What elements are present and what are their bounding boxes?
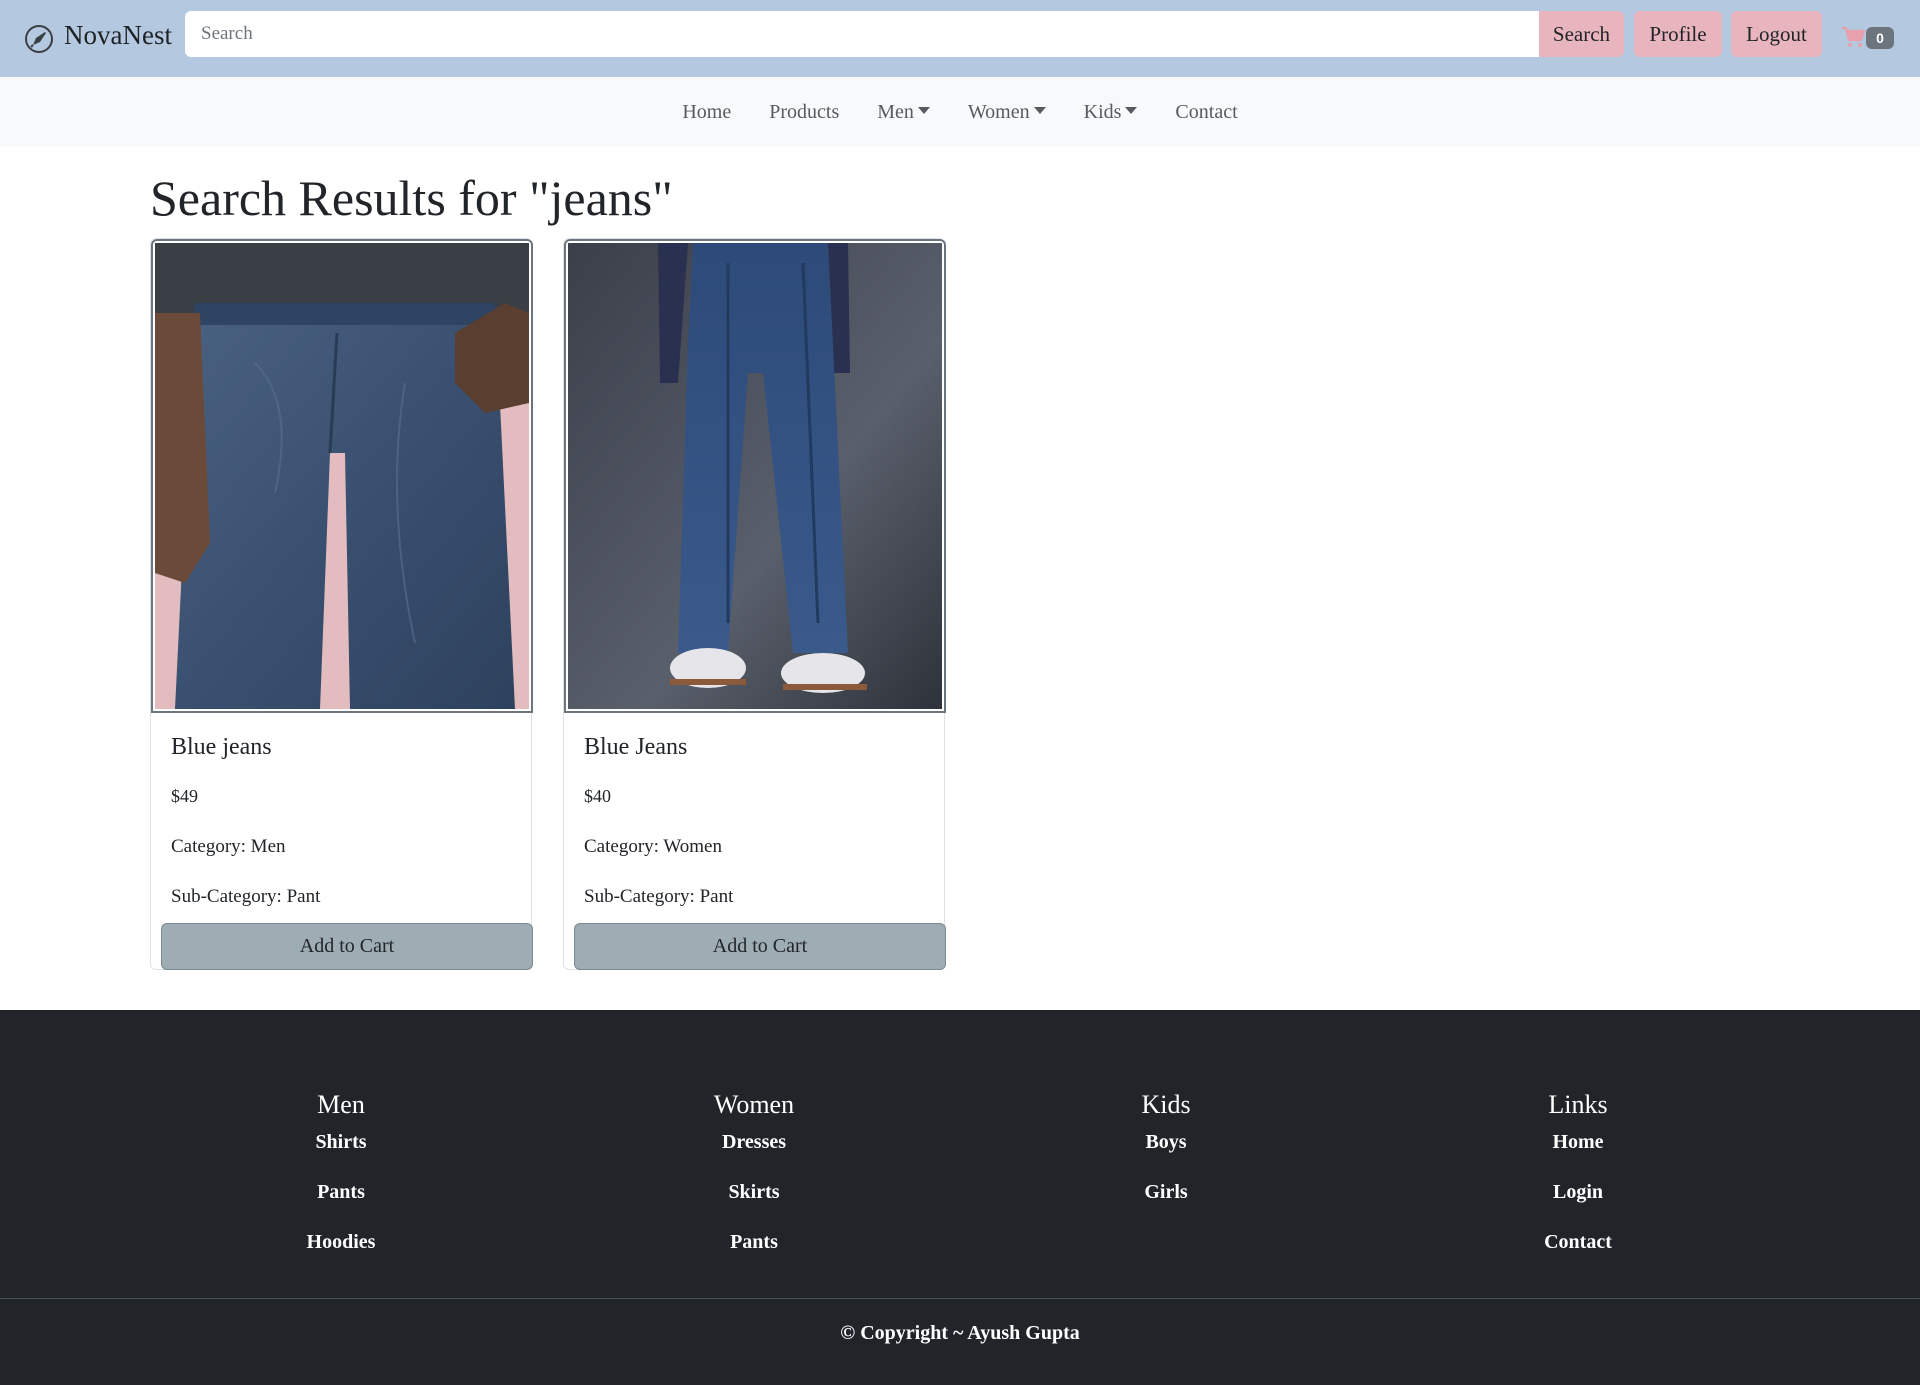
nav-label: Kids [1083, 101, 1122, 123]
footer-heading: Links [1548, 1090, 1608, 1119]
cart-count-badge: 0 [1866, 27, 1894, 49]
product-name[interactable]: Blue jeans [171, 732, 272, 762]
footer-link[interactable]: Pants [191, 1180, 491, 1204]
product-image-frame [151, 239, 533, 713]
nav-label: Contact [1175, 101, 1238, 123]
nav-kids-dropdown[interactable]: Kids [1065, 100, 1157, 124]
product-price: $40 [584, 786, 611, 806]
footer-column-women: Women Dresses Skirts Pants [604, 1090, 904, 1280]
caret-down-icon [1033, 106, 1046, 114]
footer-link[interactable]: Contact [1428, 1230, 1728, 1254]
product-subcategory: Sub-Category: Pant [584, 886, 734, 907]
copyright-text: © Copyright ~ Ayush Gupta [840, 1322, 1080, 1344]
product-image-frame [564, 239, 946, 713]
product-subcategory: Sub-Category: Pant [171, 886, 321, 907]
footer-link[interactable]: Girls [1016, 1180, 1316, 1204]
footer-heading: Men [317, 1090, 365, 1119]
page-title: Search Results for "jeans" [150, 170, 673, 226]
men-jeans-photo[interactable] [155, 243, 529, 709]
logout-button[interactable]: Logout [1731, 11, 1822, 57]
footer-link[interactable]: Shirts [191, 1130, 491, 1154]
footer-heading: Kids [1141, 1090, 1191, 1119]
footer-column-kids: Kids Boys Girls [1016, 1090, 1316, 1230]
footer-link[interactable]: Login [1428, 1180, 1728, 1204]
footer-heading: Women [713, 1090, 795, 1119]
add-to-cart-button[interactable]: Add to Cart [161, 923, 533, 970]
caret-down-icon [1125, 106, 1138, 114]
product-category: Category: Women [584, 836, 722, 857]
nav-contact[interactable]: Contact [1156, 100, 1256, 124]
footer-column-links: Links Home Login Contact [1428, 1090, 1728, 1280]
profile-button[interactable]: Profile [1634, 11, 1722, 57]
rocket-icon[interactable] [24, 24, 54, 54]
footer-link[interactable]: Home [1428, 1130, 1728, 1154]
caret-down-icon [917, 106, 930, 114]
nav-home[interactable]: Home [663, 100, 750, 124]
search-input[interactable] [185, 11, 1540, 57]
product-price: $49 [171, 786, 198, 806]
nav-men-dropdown[interactable]: Men [858, 100, 949, 124]
add-to-cart-button[interactable]: Add to Cart [574, 923, 946, 970]
cart-button[interactable]: 0 [1840, 22, 1896, 52]
brand-name[interactable]: NovaNest [64, 19, 172, 51]
nav-products[interactable]: Products [750, 100, 858, 124]
product-name[interactable]: Blue Jeans [584, 732, 687, 762]
footer-divider [0, 1298, 1920, 1299]
product-category: Category: Men [171, 836, 286, 857]
cart-icon [1842, 26, 1866, 47]
nav-women-dropdown[interactable]: Women [949, 100, 1065, 124]
product-card: Blue Jeans $40 Category: Women Sub-Categ… [563, 238, 946, 970]
women-jeans-photo[interactable] [568, 243, 942, 709]
footer-link[interactable]: Skirts [604, 1180, 904, 1204]
nav-label: Men [877, 101, 914, 123]
footer-link[interactable]: Pants [604, 1230, 904, 1254]
footer-link[interactable]: Hoodies [191, 1230, 491, 1254]
search-button[interactable]: Search [1539, 11, 1624, 57]
main-nav: Home Products Men Women Kids Contact [0, 77, 1920, 147]
nav-label: Home [682, 101, 732, 123]
nav-label: Products [769, 101, 840, 123]
top-bar: NovaNest Search Profile Logout 0 [0, 0, 1920, 77]
footer-link[interactable]: Dresses [604, 1130, 904, 1154]
product-card: Blue jeans $49 Category: Men Sub-Categor… [150, 238, 533, 970]
nav-label: Women [967, 101, 1030, 123]
footer-column-men: Men Shirts Pants Hoodies [191, 1090, 491, 1280]
footer-link[interactable]: Boys [1016, 1130, 1316, 1154]
